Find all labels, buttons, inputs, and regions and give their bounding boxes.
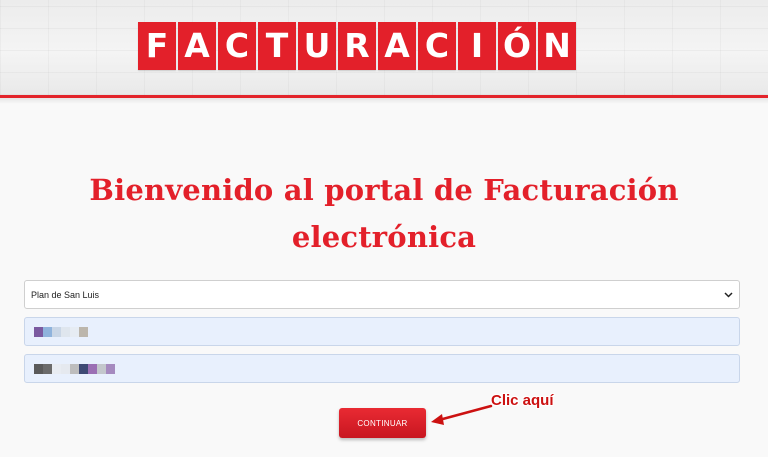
redacted-block	[88, 363, 97, 374]
arrow-icon	[431, 404, 493, 425]
redacted-block	[34, 326, 43, 337]
redacted-block	[106, 363, 115, 374]
redacted-block	[52, 326, 61, 337]
redacted-block	[79, 363, 88, 374]
brand-letter: A	[178, 22, 216, 70]
redacted-block	[52, 363, 61, 374]
redacted-block	[43, 363, 52, 374]
redacted-value	[34, 363, 115, 374]
ticket-field-2[interactable]	[24, 354, 740, 383]
redacted-value	[34, 326, 88, 337]
brand-letter: I	[458, 22, 496, 70]
brand-logo: F A C T U R A C I Ó N	[138, 22, 576, 70]
redacted-block	[79, 326, 88, 337]
chevron-down-icon	[723, 290, 733, 300]
page-title: Bienvenido al portal de Facturación elec…	[0, 167, 768, 261]
redacted-block	[34, 363, 43, 374]
branch-select[interactable]: Plan de San Luis	[24, 280, 740, 309]
brand-letter: A	[378, 22, 416, 70]
continue-button[interactable]: CONTINUAR	[339, 408, 426, 438]
ticket-field-1[interactable]	[24, 317, 740, 346]
brand-letter: N	[538, 22, 576, 70]
click-here-callout: Clic aquí	[491, 392, 554, 409]
redacted-block	[43, 326, 52, 337]
brand-letter: Ó	[498, 22, 536, 70]
redacted-block	[61, 326, 70, 337]
redacted-block	[70, 326, 79, 337]
redacted-block	[61, 363, 70, 374]
redacted-block	[70, 363, 79, 374]
brand-letter: R	[338, 22, 376, 70]
site-header: F A C T U R A C I Ó N	[0, 0, 768, 104]
brand-letter: U	[298, 22, 336, 70]
page-title-line1: Bienvenido al portal de Facturación	[89, 173, 679, 207]
invoice-form: Plan de San Luis	[24, 280, 740, 383]
brand-letter: C	[218, 22, 256, 70]
page-title-line2: electrónica	[291, 220, 477, 254]
branch-select-value: Plan de San Luis	[31, 289, 100, 300]
brand-letter: T	[258, 22, 296, 70]
brand-letter: C	[418, 22, 456, 70]
redacted-block	[97, 363, 106, 374]
brand-letter: F	[138, 22, 176, 70]
